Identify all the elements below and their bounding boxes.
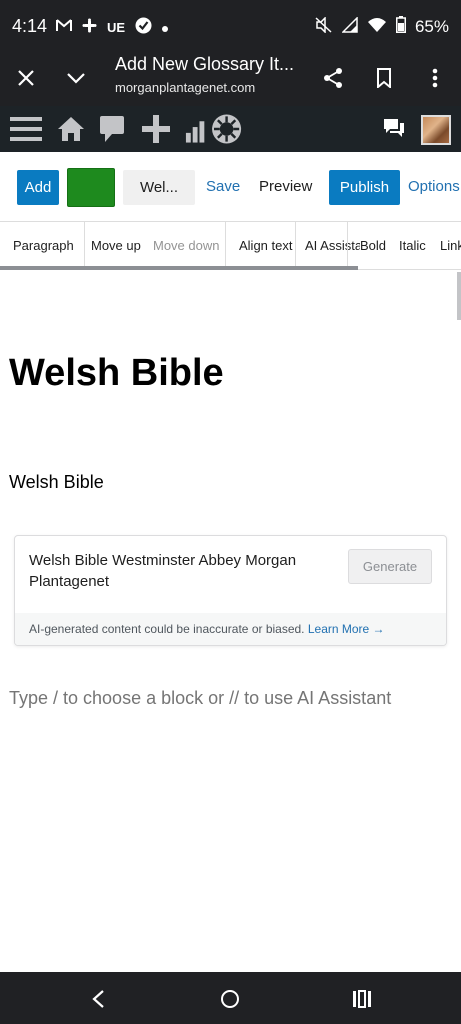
toolbar-divider: [295, 222, 296, 268]
battery-percent: 65%: [414, 17, 449, 36]
share-icon[interactable]: [317, 62, 349, 94]
signal-icon: [341, 15, 358, 38]
recents-icon[interactable]: [347, 984, 377, 1014]
content-scrollbar[interactable]: [457, 272, 461, 320]
ue-icon: UE: [107, 19, 126, 35]
generate-button[interactable]: Generate: [348, 549, 432, 584]
check-circle-icon: [135, 17, 152, 37]
home-circle-icon[interactable]: [215, 984, 245, 1014]
ai-assistant-block: Welsh Bible Westminster Abbey Morgan Pla…: [14, 535, 447, 646]
page-title[interactable]: Add New Glossary It...: [115, 54, 295, 75]
status-system-icons: 65%: [315, 15, 449, 38]
toolbar-scrollbar[interactable]: [0, 266, 358, 270]
learn-more-link[interactable]: Learn More →: [308, 622, 385, 636]
home-icon[interactable]: [55, 113, 87, 145]
add-block-button[interactable]: Add: [17, 170, 59, 205]
plus-icon[interactable]: [141, 113, 171, 145]
status-bar: 4:14 UE 65%: [0, 0, 461, 52]
publish-button[interactable]: Publish: [329, 170, 400, 205]
ai-prompt-input[interactable]: Welsh Bible Westminster Abbey Morgan Pla…: [29, 550, 319, 592]
ai-disclaimer: AI-generated content could be inaccurate…: [15, 613, 446, 645]
status-notification-icons: UE: [56, 17, 169, 37]
bookmark-icon[interactable]: [368, 62, 400, 94]
browser-toolbar: Add New Glossary It... morganplantagenet…: [0, 52, 461, 106]
menu-icon[interactable]: [9, 113, 43, 145]
move-up-button[interactable]: Move up: [91, 238, 141, 253]
toolbar-divider: [347, 222, 348, 268]
wifi-icon: [367, 17, 387, 38]
back-icon[interactable]: [83, 984, 113, 1014]
stats-icon[interactable]: [184, 113, 244, 145]
admin-bar: [0, 106, 461, 152]
move-down-button[interactable]: Move down: [153, 238, 219, 253]
page-url[interactable]: morganplantagenet.com: [115, 80, 255, 95]
chevron-down-icon[interactable]: [60, 62, 92, 94]
bold-button[interactable]: Bold: [360, 238, 387, 253]
post-title[interactable]: Welsh Bible: [9, 352, 224, 395]
toolbar-divider: [84, 222, 85, 268]
link-button[interactable]: Link: [440, 238, 461, 253]
dot-icon: [162, 20, 169, 35]
save-button[interactable]: Save: [206, 178, 240, 195]
document-title-button[interactable]: Wel...: [123, 170, 195, 205]
site-icon-swatch[interactable]: [67, 168, 115, 207]
status-time: 4:14: [12, 16, 48, 36]
avatar[interactable]: [421, 115, 451, 145]
preview-button[interactable]: Preview: [259, 178, 312, 195]
feedback-icon[interactable]: [381, 113, 407, 145]
paragraph-block[interactable]: Welsh Bible: [9, 472, 104, 493]
block-type-button[interactable]: Paragraph: [13, 238, 74, 253]
align-text-button[interactable]: Align text: [239, 238, 292, 253]
mute-icon: [315, 15, 333, 38]
options-button[interactable]: Options: [408, 178, 460, 195]
system-nav-bar: [0, 972, 461, 1024]
ai-disclaimer-text: AI-generated content could be inaccurate…: [29, 622, 305, 636]
comments-icon[interactable]: [97, 113, 127, 145]
block-appender-placeholder[interactable]: Type / to choose a block or // to use AI…: [9, 688, 391, 709]
more-vert-icon[interactable]: [419, 62, 451, 94]
gmail-icon: [56, 19, 72, 35]
block-toolbar: Paragraph Move up Move down Align text A…: [0, 222, 461, 270]
close-icon[interactable]: [10, 62, 42, 94]
italic-button[interactable]: Italic: [399, 238, 426, 253]
slack-icon: [82, 18, 97, 36]
battery-icon: [395, 16, 406, 38]
toolbar-divider: [225, 222, 226, 268]
